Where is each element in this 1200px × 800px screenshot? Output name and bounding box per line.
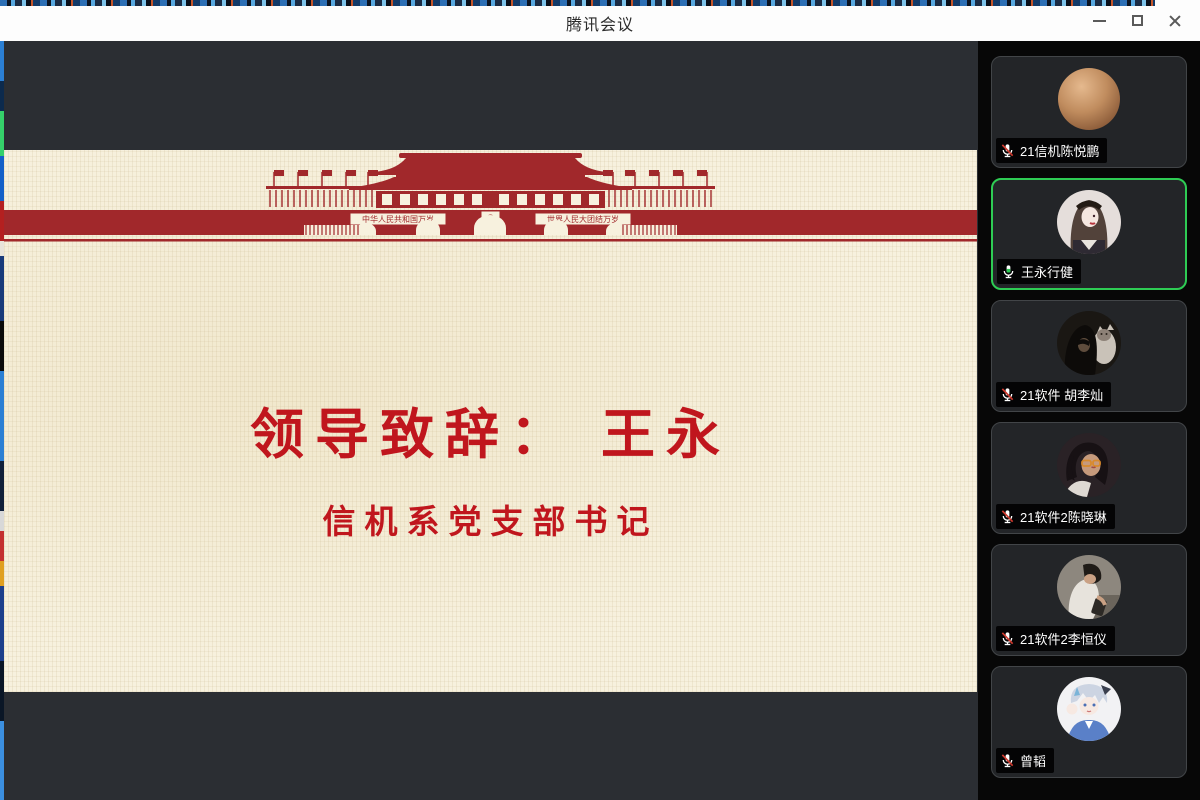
name-tag: 曾韬: [996, 748, 1054, 773]
participant-tile[interactable]: 曾韬: [991, 666, 1187, 778]
participant-name: 21信机陈悦鹏: [1020, 141, 1099, 160]
name-tag: 21信机陈悦鹏: [996, 138, 1107, 163]
avatar: [1057, 190, 1121, 254]
participant-name: 王永行健: [1021, 262, 1073, 281]
tiananmen-gate-illustration: 中华人民共和国万岁 世界人民大团结万岁: [4, 150, 977, 245]
avatar: [1057, 67, 1121, 131]
participant-tile[interactable]: 21软件2陈晓琳: [991, 422, 1187, 534]
slide-subtitle: 信机系党支部书记: [4, 495, 977, 543]
name-tag: 21软件2陈晓琳: [996, 504, 1115, 529]
slide-title: 领导致辞： 王永: [4, 390, 977, 469]
participants-sidebar: 21信机陈悦鹏: [978, 41, 1200, 800]
avatar: [1057, 311, 1121, 375]
maximize-icon: [1132, 15, 1143, 26]
participant-name: 21软件2李恒仪: [1020, 629, 1107, 648]
name-tag: 王永行健: [997, 259, 1081, 284]
avatar: [1057, 677, 1121, 741]
mic-muted-icon: [1000, 753, 1015, 768]
minimize-icon: [1093, 20, 1106, 22]
window-titlebar: 腾讯会议: [0, 0, 1200, 41]
close-button[interactable]: [1156, 0, 1194, 41]
participant-name: 21软件2陈晓琳: [1020, 507, 1107, 526]
maximize-button[interactable]: [1118, 0, 1156, 41]
avatar: [1057, 555, 1121, 619]
mic-muted-icon: [1000, 143, 1015, 158]
name-tag: 21软件 胡李灿: [996, 382, 1111, 407]
presentation-slide: 中华人民共和国万岁 世界人民大团结万岁 领导: [4, 150, 977, 692]
mic-muted-icon: [1000, 631, 1015, 646]
participant-tile[interactable]: 21软件 胡李灿: [991, 300, 1187, 412]
screen-edge-artifact-left: [0, 41, 4, 800]
participant-tile[interactable]: 21软件2李恒仪: [991, 544, 1187, 656]
close-icon: [1168, 14, 1182, 28]
screen-edge-artifact-top: [0, 0, 1155, 6]
participant-tile[interactable]: 21信机陈悦鹏: [991, 56, 1187, 168]
mic-muted-icon: [1000, 387, 1015, 402]
minimize-button[interactable]: [1080, 0, 1118, 41]
mic-active-icon: [1001, 264, 1016, 279]
participant-tile[interactable]: 王永行健: [991, 178, 1187, 290]
shared-screen-area: 中华人民共和国万岁 世界人民大团结万岁 领导: [0, 41, 978, 800]
participant-name: 21软件 胡李灿: [1020, 385, 1103, 404]
window-title: 腾讯会议: [0, 11, 1200, 35]
window-controls: [1080, 0, 1194, 41]
participant-name: 曾韬: [1020, 751, 1046, 770]
mic-muted-icon: [1000, 509, 1015, 524]
name-tag: 21软件2李恒仪: [996, 626, 1115, 651]
avatar: [1057, 433, 1121, 497]
